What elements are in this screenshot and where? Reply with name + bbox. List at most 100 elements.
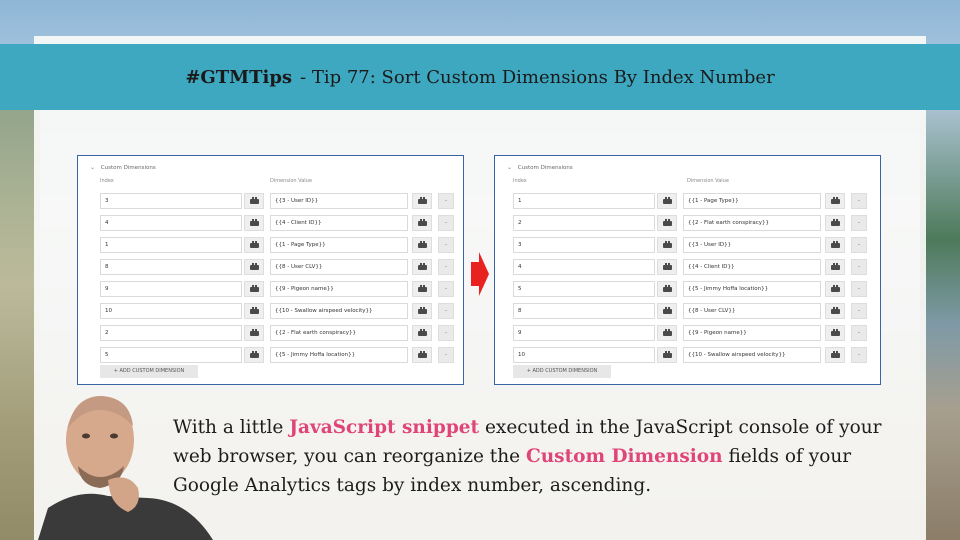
variable-picker-button[interactable]: [244, 215, 264, 231]
variable-picker-button[interactable]: [657, 237, 677, 253]
value-input[interactable]: {{3 - User ID}}: [270, 193, 408, 209]
variable-picker-button[interactable]: [657, 281, 677, 297]
variable-picker-button[interactable]: [825, 193, 845, 209]
variable-picker-button[interactable]: [244, 347, 264, 363]
variable-picker-button[interactable]: [412, 281, 432, 297]
index-input[interactable]: 4: [100, 215, 242, 231]
remove-row-button[interactable]: -: [851, 237, 867, 253]
value-input[interactable]: {{9 - Pigeon name}}: [683, 325, 821, 341]
variable-picker-button[interactable]: [657, 347, 677, 363]
index-input[interactable]: 10: [100, 303, 242, 319]
variable-picker-button[interactable]: [657, 259, 677, 275]
variable-picker-button[interactable]: [412, 347, 432, 363]
section-title[interactable]: ⌄ Custom Dimensions: [90, 164, 156, 171]
value-input[interactable]: {{9 - Pigeon name}}: [270, 281, 408, 297]
remove-row-button[interactable]: -: [438, 193, 454, 209]
index-input[interactable]: 10: [513, 347, 655, 363]
remove-row-button[interactable]: -: [438, 303, 454, 319]
index-input[interactable]: 3: [513, 237, 655, 253]
index-input[interactable]: 1: [513, 193, 655, 209]
value-input[interactable]: {{4 - Client ID}}: [270, 215, 408, 231]
value-input[interactable]: {{1 - Page Type}}: [683, 193, 821, 209]
remove-row-button[interactable]: -: [438, 325, 454, 341]
variable-picker-button[interactable]: [657, 193, 677, 209]
variable-picker-button[interactable]: [825, 303, 845, 319]
index-input[interactable]: 2: [100, 325, 242, 341]
lego-brick-icon: [830, 306, 840, 314]
variable-picker-button[interactable]: [244, 303, 264, 319]
lego-brick-icon: [830, 284, 840, 292]
variable-picker-button[interactable]: [657, 325, 677, 341]
chevron-down-icon[interactable]: ⌄: [90, 164, 95, 171]
dimension-row: 4 {{4 - Client ID}} -: [100, 213, 455, 235]
value-input[interactable]: {{10 - Swallow airspeed velocity}}: [683, 347, 821, 363]
variable-picker-button[interactable]: [412, 215, 432, 231]
remove-row-button[interactable]: -: [438, 259, 454, 275]
chevron-down-icon[interactable]: ⌄: [507, 164, 512, 171]
variable-picker-button[interactable]: [825, 325, 845, 341]
right-arrow-icon: [471, 252, 489, 296]
remove-row-button[interactable]: -: [438, 347, 454, 363]
variable-picker-button[interactable]: [244, 259, 264, 275]
variable-picker-button[interactable]: [244, 281, 264, 297]
variable-picker-button[interactable]: [825, 259, 845, 275]
add-custom-dimension-button[interactable]: + ADD CUSTOM DIMENSION: [100, 365, 198, 378]
variable-picker-button[interactable]: [825, 347, 845, 363]
remove-row-button[interactable]: -: [851, 303, 867, 319]
value-input[interactable]: {{8 - User CLV}}: [270, 259, 408, 275]
index-input[interactable]: 1: [100, 237, 242, 253]
index-input[interactable]: 8: [513, 303, 655, 319]
remove-row-button[interactable]: -: [438, 215, 454, 231]
value-input[interactable]: {{2 - Flat earth conspiracy}}: [683, 215, 821, 231]
variable-picker-button[interactable]: [412, 325, 432, 341]
value-input[interactable]: {{8 - User CLV}}: [683, 303, 821, 319]
value-input[interactable]: {{1 - Page Type}}: [270, 237, 408, 253]
before-screenshot: ⌄ Custom Dimensions Index Dimension Valu…: [77, 155, 464, 385]
variable-picker-button[interactable]: [412, 237, 432, 253]
remove-row-button[interactable]: -: [851, 193, 867, 209]
remove-row-button[interactable]: -: [438, 237, 454, 253]
index-input[interactable]: 8: [100, 259, 242, 275]
value-input[interactable]: {{3 - User ID}}: [683, 237, 821, 253]
remove-row-button[interactable]: -: [851, 215, 867, 231]
lego-brick-icon: [417, 240, 427, 248]
index-input[interactable]: 5: [513, 281, 655, 297]
variable-picker-button[interactable]: [825, 281, 845, 297]
lego-brick-icon: [417, 196, 427, 204]
remove-row-button[interactable]: -: [851, 347, 867, 363]
index-input[interactable]: 2: [513, 215, 655, 231]
index-input[interactable]: 4: [513, 259, 655, 275]
variable-picker-button[interactable]: [412, 259, 432, 275]
variable-picker-button[interactable]: [825, 215, 845, 231]
variable-picker-button[interactable]: [825, 237, 845, 253]
variable-picker-button[interactable]: [657, 303, 677, 319]
remove-row-button[interactable]: -: [851, 281, 867, 297]
value-input[interactable]: {{4 - Client ID}}: [683, 259, 821, 275]
value-input[interactable]: {{5 - Jimmy Hoffa location}}: [270, 347, 408, 363]
index-input[interactable]: 3: [100, 193, 242, 209]
remove-row-button[interactable]: -: [438, 281, 454, 297]
dimension-row: 1 {{1 - Page Type}} -: [513, 191, 872, 213]
remove-row-button[interactable]: -: [851, 325, 867, 341]
remove-row-button[interactable]: -: [851, 259, 867, 275]
dimension-row: 4 {{4 - Client ID}} -: [513, 257, 872, 279]
variable-picker-button[interactable]: [657, 215, 677, 231]
lego-brick-icon: [830, 328, 840, 336]
dimension-row: 10 {{10 - Swallow airspeed velocity}} -: [100, 301, 455, 323]
add-custom-dimension-button[interactable]: + ADD CUSTOM DIMENSION: [513, 365, 611, 378]
index-input[interactable]: 9: [100, 281, 242, 297]
dimension-rows: 3 {{3 - User ID}} - 4 {{4 - Client ID}} …: [100, 191, 455, 367]
variable-picker-button[interactable]: [244, 193, 264, 209]
variable-picker-button[interactable]: [412, 193, 432, 209]
lego-brick-icon: [662, 196, 672, 204]
lego-brick-icon: [830, 240, 840, 248]
variable-picker-button[interactable]: [412, 303, 432, 319]
value-input[interactable]: {{2 - Flat earth conspiracy}}: [270, 325, 408, 341]
index-input[interactable]: 9: [513, 325, 655, 341]
value-input[interactable]: {{5 - Jimmy Hoffa location}}: [683, 281, 821, 297]
index-input[interactable]: 5: [100, 347, 242, 363]
variable-picker-button[interactable]: [244, 237, 264, 253]
variable-picker-button[interactable]: [244, 325, 264, 341]
value-input[interactable]: {{10 - Swallow airspeed velocity}}: [270, 303, 408, 319]
section-title[interactable]: ⌄ Custom Dimensions: [507, 164, 573, 171]
